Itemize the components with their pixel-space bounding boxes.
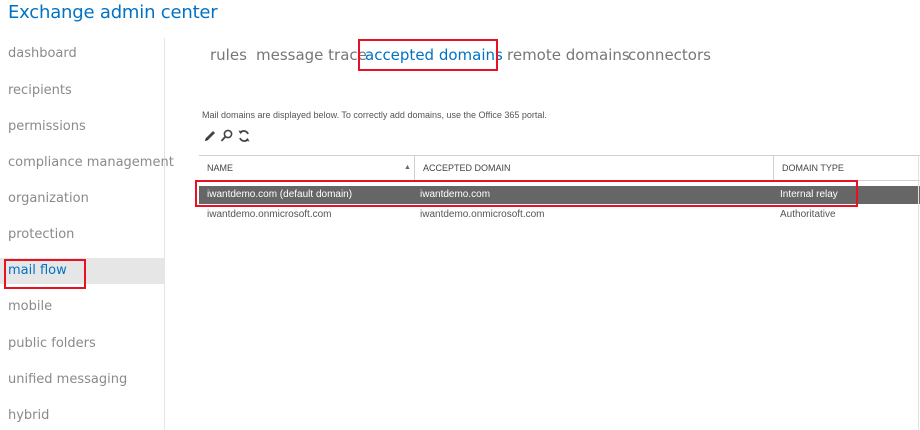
sidebar-item-recipients[interactable]: recipients: [0, 78, 165, 104]
tab-message-trace[interactable]: message trace: [256, 45, 367, 65]
sidebar-item-unified-messaging[interactable]: unified messaging: [0, 367, 165, 393]
tab-connectors[interactable]: connectors: [628, 45, 711, 65]
sidebar-item-hybrid[interactable]: hybrid: [0, 403, 165, 429]
table-header: NAME ▲ ACCEPTED DOMAIN DOMAIN TYPE: [199, 155, 920, 181]
cell-accepted-domain: iwantdemo.onmicrosoft.com: [420, 209, 545, 220]
sidebar-item-dashboard[interactable]: dashboard: [0, 41, 165, 67]
info-text: Mail domains are displayed below. To cor…: [202, 110, 547, 120]
tab-rules[interactable]: rules: [210, 45, 247, 65]
column-header-name[interactable]: NAME: [199, 156, 409, 180]
highlight-box: [4, 259, 86, 289]
tab-highlight-box: [358, 39, 498, 71]
search-icon[interactable]: [220, 128, 234, 144]
sidebar-item-permissions[interactable]: permissions: [0, 114, 165, 140]
cell-domain-type: Authoritative: [780, 209, 836, 220]
app-title: Exchange admin center: [8, 2, 218, 23]
sort-ascending-icon[interactable]: ▲: [404, 156, 411, 180]
cell-name: iwantdemo.onmicrosoft.com: [207, 209, 332, 220]
table-scroll-edge: [918, 155, 919, 430]
refresh-icon[interactable]: [237, 128, 251, 144]
sidebar-item-compliance-management[interactable]: compliance management: [0, 150, 174, 176]
sidebar-nav: dashboard recipients permissions complia…: [0, 38, 174, 430]
row-highlight-box: [195, 180, 858, 207]
sidebar-item-organization[interactable]: organization: [0, 186, 165, 212]
sidebar-item-mail-flow[interactable]: mail flow: [0, 258, 165, 289]
sidebar-item-public-folders[interactable]: public folders: [0, 331, 165, 357]
column-header-accepted-domain[interactable]: ACCEPTED DOMAIN: [414, 156, 773, 180]
tab-remote-domains[interactable]: remote domains: [507, 45, 630, 65]
edit-icon[interactable]: [203, 128, 217, 144]
column-header-domain-type[interactable]: DOMAIN TYPE: [773, 156, 920, 180]
table-row[interactable]: iwantdemo.onmicrosoft.com iwantdemo.onmi…: [199, 206, 920, 224]
sidebar-item-mobile[interactable]: mobile: [0, 294, 165, 320]
sidebar-item-protection[interactable]: protection: [0, 222, 165, 248]
